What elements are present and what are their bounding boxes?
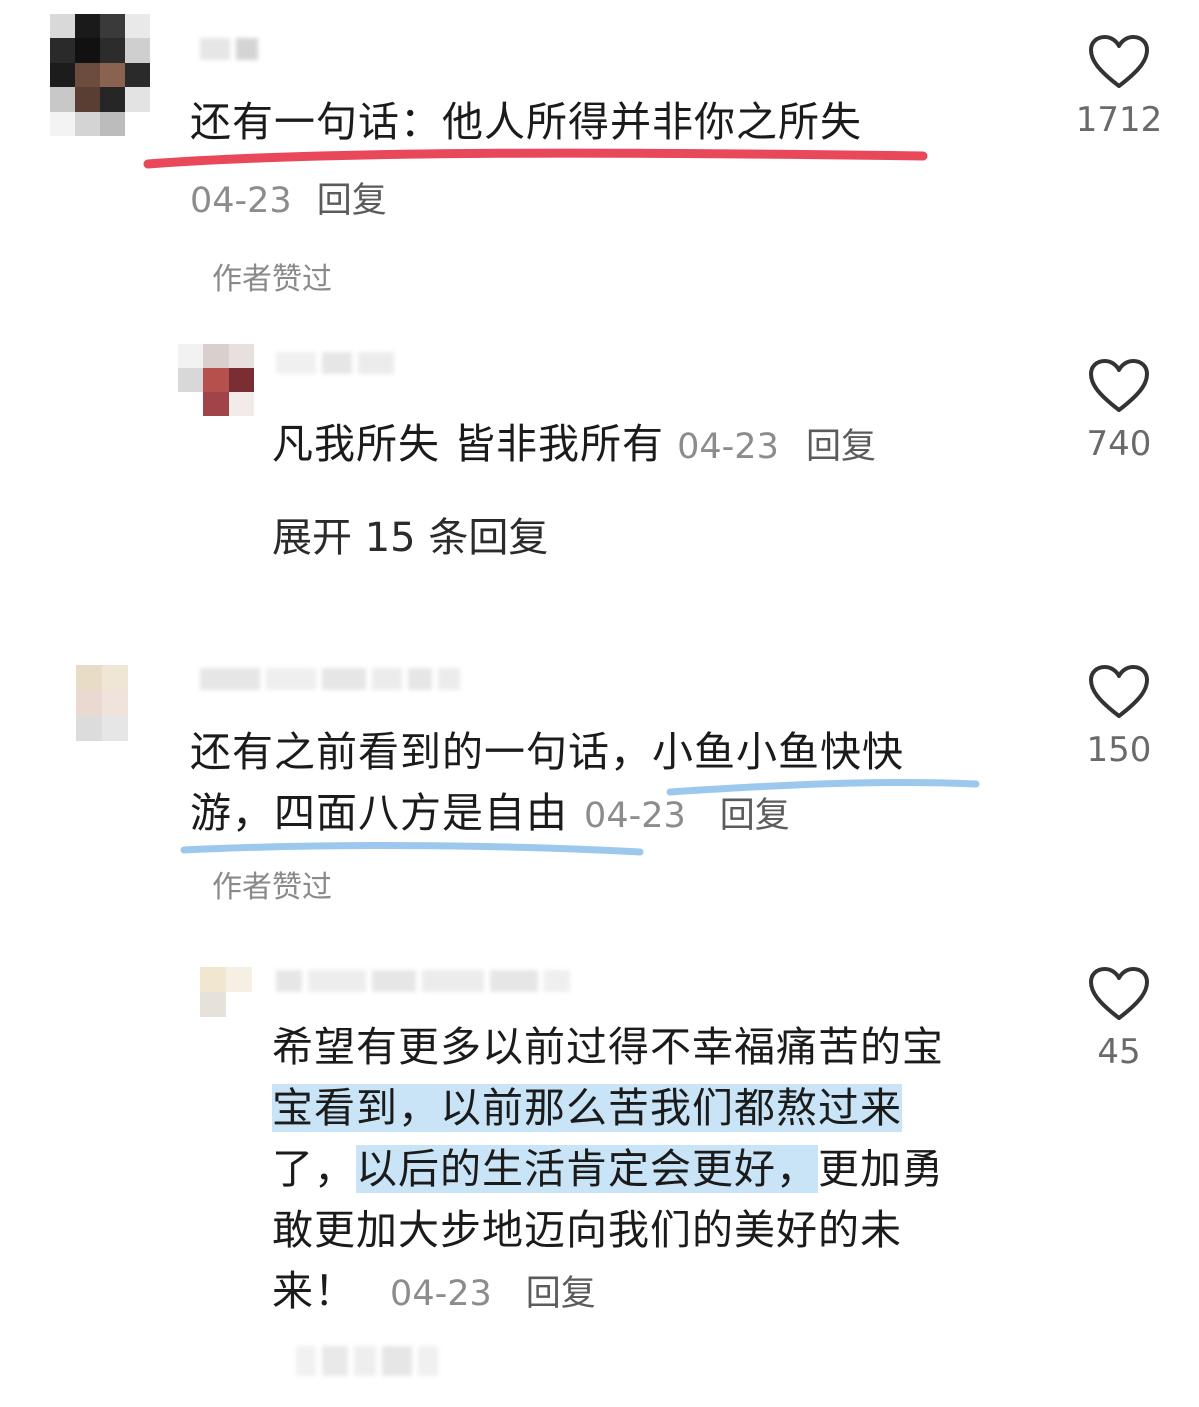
reply-text-line: 敢更加大步地迈向我们的美好的未 [272,1206,902,1254]
comment-date: 04-23 [190,181,292,221]
comment-meta: 04-23 回复 [190,172,387,223]
avatar[interactable] [200,967,252,1017]
reply-date: 04-23 [390,1274,492,1314]
reply-text-part: 了， [272,1145,356,1193]
reply-text-part: 更加勇 [818,1145,944,1193]
reply-button[interactable]: 回复 [720,796,790,836]
reply-body: 凡我所失 皆非我所有 04-23 回复 [272,414,876,475]
avatar[interactable] [50,14,150,136]
reply-button[interactable]: 回复 [526,1274,596,1314]
reply-date: 04-23 [677,427,779,467]
reply-button[interactable]: 回复 [317,181,387,221]
heart-icon [1089,35,1149,88]
more-replies-blurred[interactable] [296,1346,438,1376]
comment-text-line: 还有之前看到的一句话，小鱼小鱼快快 [190,722,1010,783]
comment-text: 还有一句话：他人所得并非你之所失 [190,98,862,146]
reply-text-line: 来！ 04-23 回复 [272,1261,1032,1325]
comment-text-part: 小鱼小鱼快快 [652,728,904,776]
like-count: 1712 [1075,100,1163,140]
heart-icon [1089,359,1149,412]
heart-icon [1089,967,1149,1020]
comment-text-line: 游，四面八方是自由 04-23 回复 [190,783,1010,847]
author-liked-tag: 作者赞过 [212,262,332,297]
reply-text-part: 来！ [272,1267,356,1315]
reply-text-line: 希望有更多以前过得不幸福痛苦的宝 [272,1023,944,1071]
reply-button[interactable]: 回复 [806,427,876,467]
expand-replies-button[interactable]: 展开 15 条回复 [272,505,548,563]
reply-body: 希望有更多以前过得不幸福痛苦的宝 宝看到，以前那么苦我们都熬过来 了，以后的生活… [272,1017,1032,1325]
comment-body: 还有之前看到的一句话，小鱼小鱼快快 游，四面八方是自由 04-23 回复 [190,722,1010,847]
avatar[interactable] [178,344,254,416]
like-count: 740 [1086,424,1152,464]
like-button[interactable]: 45 [1069,966,1169,1072]
highlighted-text: 以后的生活肯定会更好， [356,1145,818,1193]
username-blurred[interactable] [276,352,394,374]
highlighted-text: 宝看到，以前那么苦我们都熬过来 [272,1084,902,1132]
like-button[interactable]: 150 [1069,664,1169,770]
like-count: 150 [1086,730,1152,770]
author-liked-tag: 作者赞过 [212,870,332,905]
reply-text: 凡我所失 皆非我所有 [272,420,665,468]
reply-text-line: 宝看到，以前那么苦我们都熬过来 [272,1078,1032,1139]
like-button[interactable]: 1712 [1069,34,1169,140]
comment-text-part: 游，四面八方是自由 [190,789,568,837]
like-button[interactable]: 740 [1069,358,1169,464]
username-blurred[interactable] [200,668,460,690]
comment-text-part: 还有之前看到的一句话， [190,728,652,776]
avatar[interactable] [76,665,128,741]
heart-icon [1089,665,1149,718]
username-blurred[interactable] [276,970,570,992]
comment-date: 04-23 [584,796,686,836]
username-blurred[interactable] [200,38,258,60]
reply-text-line: 了，以后的生活肯定会更好，更加勇 [272,1139,1032,1200]
like-count: 45 [1097,1032,1141,1072]
